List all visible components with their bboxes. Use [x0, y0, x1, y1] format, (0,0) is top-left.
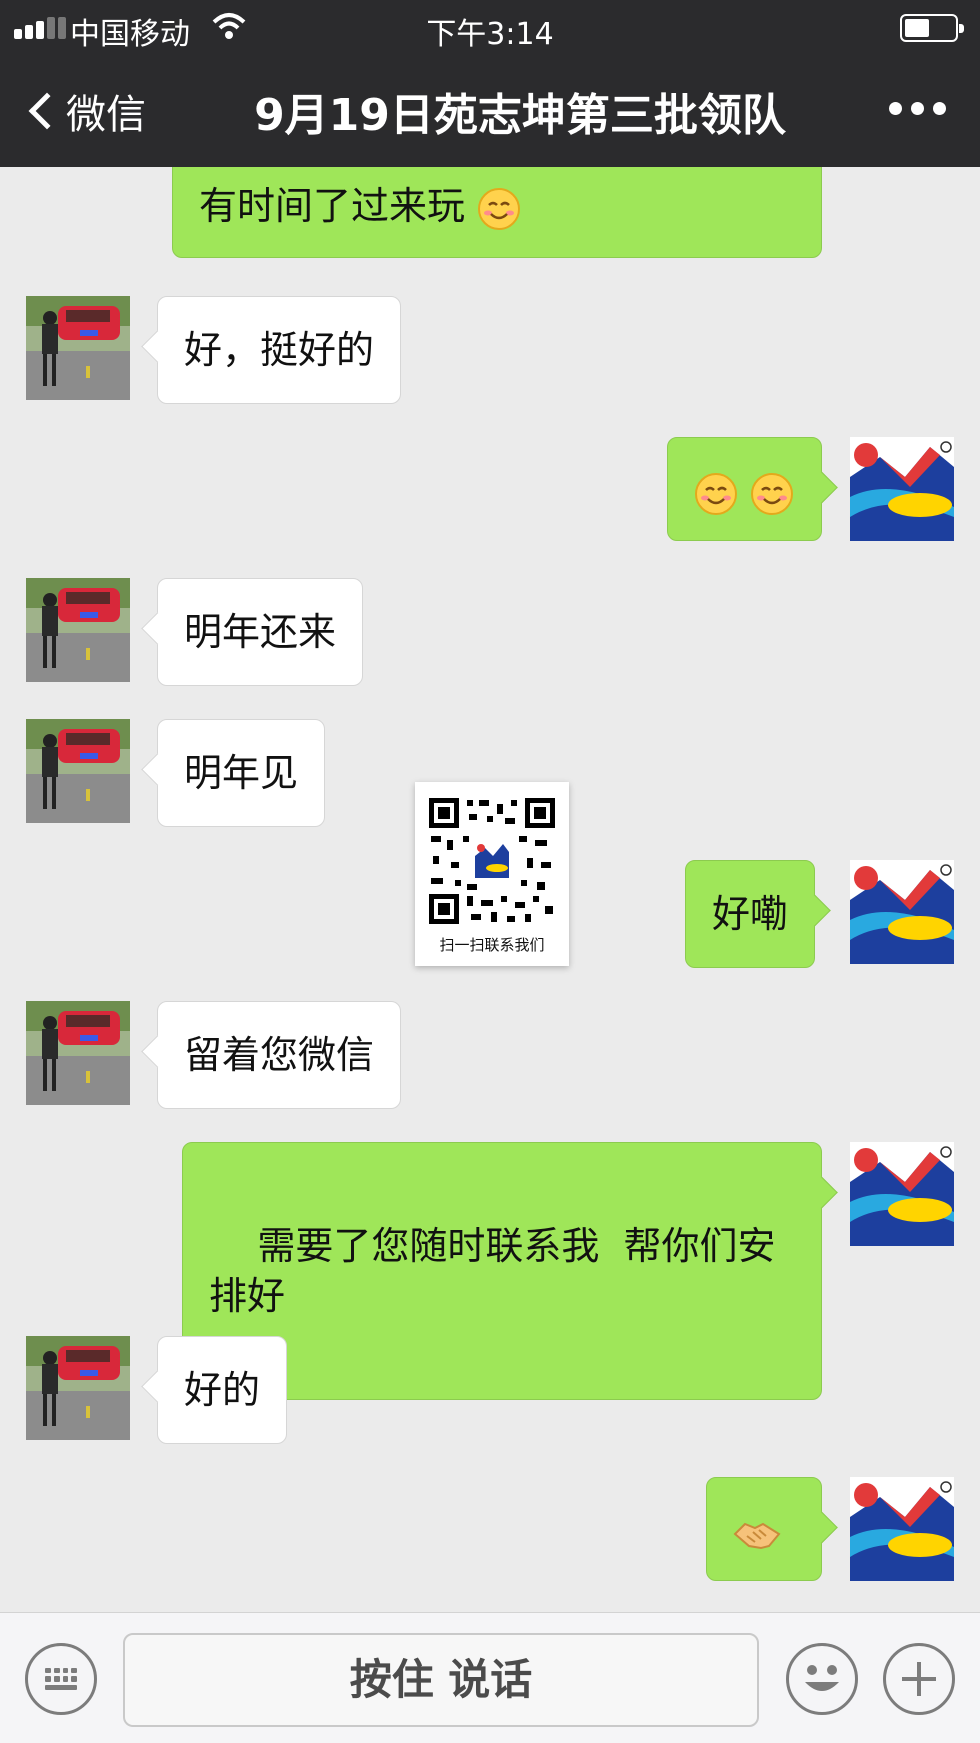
qr-code-icon	[427, 796, 557, 926]
status-time: 下午3:14	[426, 17, 554, 52]
back-label: 微信	[66, 92, 146, 138]
keyboard-icon	[45, 1668, 77, 1690]
contact-avatar[interactable]	[26, 296, 130, 400]
message-bubble-outgoing[interactable]	[706, 1477, 822, 1581]
nav-bar: 微信 9月19日苑志坤第三批领队	[0, 52, 980, 167]
emoji-button[interactable]	[786, 1643, 858, 1715]
message-text: 留着您微信	[184, 1033, 375, 1077]
contact-avatar[interactable]	[26, 719, 130, 823]
smile-emoji-icon	[694, 472, 738, 516]
my-avatar[interactable]	[850, 1142, 954, 1246]
back-button[interactable]: 微信	[22, 82, 146, 140]
message-bubble-incoming[interactable]: 好，挺好的	[157, 296, 402, 404]
top-bar: 中国移动 下午3:14 微信 9月19日苑志坤第三批领队	[0, 0, 980, 167]
message-text: 需要了您随时联系我 帮你们安排好	[209, 1224, 776, 1318]
my-avatar[interactable]	[850, 860, 954, 964]
qr-caption: 扫一扫联系我们	[439, 936, 545, 954]
message-text: 好，挺好的	[184, 328, 375, 372]
hold-to-talk-button[interactable]: 按住 说话	[123, 1633, 759, 1727]
message-text: 有时间了过来玩	[199, 184, 466, 228]
status-bar: 中国移动 下午3:14	[0, 0, 980, 52]
message-text: 明年还来	[184, 610, 337, 654]
chat-area[interactable]: 有时间了过来玩 好，挺好的 明年还来 明年见 扫一扫联系我们 好嘞 留着您微信 …	[0, 0, 980, 1612]
message-bubble-incoming[interactable]: 明年还来	[157, 578, 364, 686]
message-bubble-incoming[interactable]: 留着您微信	[157, 1001, 402, 1109]
message-bubble-incoming[interactable]: 好的	[157, 1336, 288, 1444]
message-bubble-outgoing[interactable]: 好嘞	[685, 860, 816, 968]
input-bar: 按住 说话	[0, 1612, 980, 1743]
dot-icon	[911, 102, 924, 115]
my-avatar[interactable]	[850, 1477, 954, 1581]
message-text: 好嘞	[712, 892, 789, 936]
battery-icon	[900, 14, 964, 42]
handshake-emoji-icon	[733, 1512, 781, 1556]
message-bubble-incoming[interactable]: 明年见	[157, 719, 326, 827]
message-text: 明年见	[184, 751, 299, 795]
chat-title: 9月19日苑志坤第三批领队	[254, 90, 786, 141]
message-bubble-outgoing[interactable]	[667, 437, 822, 541]
more-functions-button[interactable]	[883, 1643, 955, 1715]
dot-icon	[889, 102, 902, 115]
message-text: 好的	[184, 1368, 261, 1412]
contact-avatar[interactable]	[26, 1001, 130, 1105]
smile-emoji-icon	[750, 472, 794, 516]
my-avatar[interactable]	[850, 437, 954, 541]
chevron-left-icon	[28, 92, 66, 130]
more-options-button[interactable]	[889, 102, 946, 115]
smile-face-icon	[805, 1665, 839, 1691]
contact-avatar[interactable]	[26, 578, 130, 682]
smile-emoji-icon	[477, 187, 521, 231]
keyboard-toggle-button[interactable]	[25, 1643, 97, 1715]
qr-code-card[interactable]: 扫一扫联系我们	[415, 782, 569, 966]
contact-avatar[interactable]	[26, 1336, 130, 1440]
dot-icon	[933, 102, 946, 115]
